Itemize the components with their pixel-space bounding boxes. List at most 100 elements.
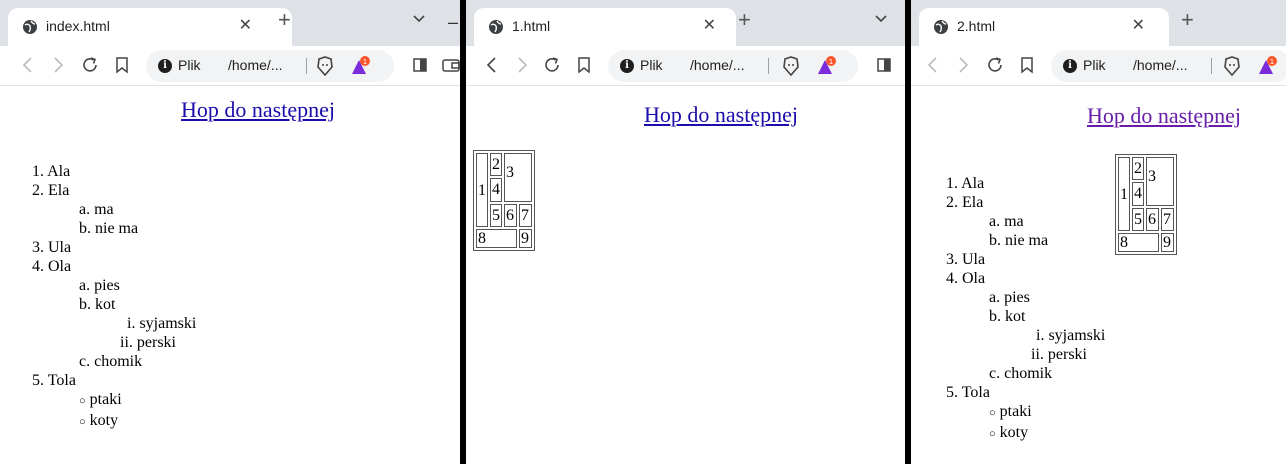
brave-rewards-icon[interactable]: 1 <box>816 56 838 76</box>
list-item: c. chomik <box>989 365 1053 382</box>
list-item: ii. perski <box>1031 346 1087 363</box>
close-icon[interactable]: ✕ <box>1132 16 1145 36</box>
divider <box>768 58 769 74</box>
sidebar-icon[interactable] <box>874 55 894 75</box>
new-tab-icon[interactable]: + <box>738 8 751 32</box>
list-item: 1. Ala <box>32 163 71 180</box>
browser-window-2: 2.html ✕ + i Plik /home/... 1 Hop do nas… <box>911 0 1286 464</box>
table-cell: 2 <box>490 153 502 177</box>
table-cell: 6 <box>504 203 517 227</box>
table-cell: 8 <box>476 229 517 248</box>
table-cell: 7 <box>1161 207 1174 231</box>
toolbar: i Plik /home/... 1 <box>911 46 1286 86</box>
next-page-link[interactable]: Hop do następnej <box>181 97 335 123</box>
url-text[interactable]: /home/... <box>690 57 744 73</box>
info-icon[interactable]: i <box>1063 59 1077 73</box>
list-item: a. ma <box>989 213 1024 230</box>
list-item: 3. Ula <box>946 251 986 268</box>
back-icon[interactable] <box>482 55 502 75</box>
divider <box>306 58 307 74</box>
bookmark-icon[interactable] <box>1017 55 1037 75</box>
list-item: b. nie ma <box>79 220 139 237</box>
site-info-label: Plik <box>1083 57 1106 73</box>
browser-window-1: 1.html ✕ + i Plik /home/... 1 Hop do nas… <box>466 0 905 464</box>
globe-icon <box>489 20 503 34</box>
svg-text:1: 1 <box>829 58 833 66</box>
chevron-down-icon[interactable] <box>412 14 426 24</box>
tab-index[interactable]: index.html ✕ <box>8 8 292 46</box>
tab-strip: 2.html ✕ + <box>911 0 1286 46</box>
reload-icon[interactable] <box>80 55 100 75</box>
tab-2[interactable]: 2.html ✕ <box>919 8 1169 46</box>
toolbar: i Plik /home/... 1 <box>466 46 905 86</box>
forward-icon[interactable] <box>48 55 68 75</box>
next-page-link[interactable]: Hop do następnej <box>644 102 798 128</box>
close-icon[interactable]: ✕ <box>239 16 252 36</box>
info-icon[interactable]: i <box>158 59 172 73</box>
forward-icon[interactable] <box>512 55 532 75</box>
list-item: 4. Ola <box>946 270 986 287</box>
new-tab-icon[interactable]: + <box>1181 8 1194 32</box>
list-item: 3. Ula <box>32 239 72 256</box>
list-item: ○ koty <box>989 424 1029 441</box>
globe-icon <box>23 20 37 34</box>
table-cell: 6 <box>1146 207 1159 231</box>
toolbar: i Plik /home/... 1 <box>0 46 460 86</box>
address-bar[interactable]: i Plik /home/... 1 <box>1051 50 1286 82</box>
brave-rewards-icon[interactable]: 1 <box>350 56 372 76</box>
minimize-icon[interactable]: – <box>448 12 458 33</box>
list-item: a. ma <box>79 201 114 218</box>
chevron-down-icon[interactable] <box>874 14 888 24</box>
back-icon[interactable] <box>923 55 943 75</box>
list-item: 4. Ola <box>32 258 72 275</box>
list-item: b. kot <box>989 308 1026 325</box>
new-tab-icon[interactable]: + <box>278 8 291 32</box>
sidebar-icon[interactable] <box>410 55 430 75</box>
brave-shields-icon[interactable] <box>782 56 800 76</box>
table-cell: 4 <box>490 178 502 202</box>
list-item: i. syjamski <box>1036 327 1106 344</box>
list-item: i. syjamski <box>127 315 197 332</box>
number-table: 1 2 3 4 5 6 7 8 9 <box>1115 154 1177 255</box>
table-cell: 5 <box>490 203 502 227</box>
svg-text:1: 1 <box>1270 58 1274 66</box>
table-cell: 8 <box>1118 233 1159 252</box>
back-icon[interactable] <box>18 55 38 75</box>
forward-icon[interactable] <box>953 55 973 75</box>
tab-title: index.html <box>46 18 110 34</box>
brave-rewards-icon[interactable]: 1 <box>1257 56 1279 76</box>
table-cell: 9 <box>1161 233 1174 252</box>
list-item: 5. Tola <box>32 372 76 389</box>
tab-1[interactable]: 1.html ✕ <box>474 8 736 46</box>
nested-list: 1. Ala 2. Ela a. ma b. nie ma 3. Ula 4. … <box>32 162 196 432</box>
svg-text:1: 1 <box>363 58 367 66</box>
table-cell: 4 <box>1132 182 1144 206</box>
next-page-link[interactable]: Hop do następnej <box>1087 103 1241 129</box>
address-bar[interactable]: i Plik /home/... 1 <box>608 50 858 82</box>
reload-icon[interactable] <box>985 55 1005 75</box>
bookmark-icon[interactable] <box>574 55 594 75</box>
address-bar[interactable]: i Plik /home/... 1 <box>146 50 394 82</box>
url-text[interactable]: /home/... <box>228 57 282 73</box>
table-cell: 7 <box>519 203 532 227</box>
list-item: b. nie ma <box>989 232 1049 249</box>
table-cell: 2 <box>1132 157 1144 181</box>
site-info-label: Plik <box>640 57 663 73</box>
brave-shields-icon[interactable] <box>1223 56 1241 76</box>
site-info-label: Plik <box>178 57 201 73</box>
wallet-icon[interactable] <box>440 55 460 75</box>
table-cell: 5 <box>1132 207 1144 231</box>
browser-window-index: index.html ✕ + – i Plik /home/... 1 Hop … <box>0 0 460 464</box>
list-item: ○ ptaki <box>989 403 1032 420</box>
list-item: 2. Ela <box>946 194 984 211</box>
table-cell: 9 <box>519 229 532 248</box>
list-item: 5. Tola <box>946 384 990 401</box>
brave-shields-icon[interactable] <box>316 56 334 76</box>
close-icon[interactable]: ✕ <box>703 16 716 36</box>
info-icon[interactable]: i <box>620 59 634 73</box>
globe-icon <box>934 20 948 34</box>
bookmark-icon[interactable] <box>112 55 132 75</box>
reload-icon[interactable] <box>542 55 562 75</box>
table-cell: 3 <box>504 153 532 202</box>
url-text[interactable]: /home/... <box>1133 57 1187 73</box>
